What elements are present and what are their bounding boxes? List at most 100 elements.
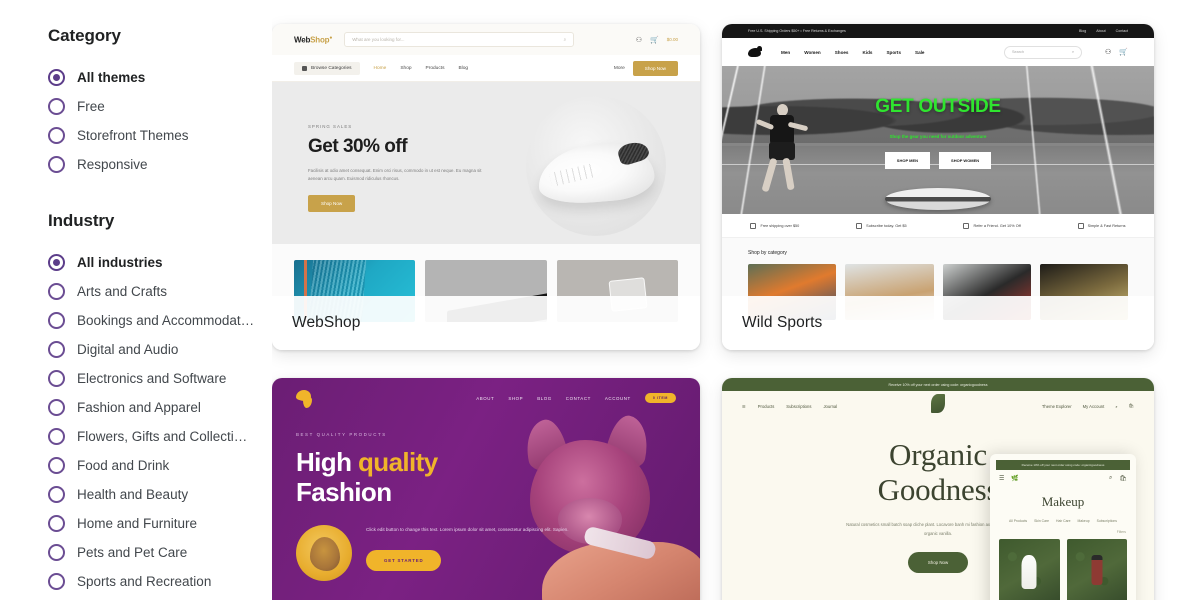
bull-logo-icon xyxy=(748,45,762,57)
nav-item-shop[interactable]: Shop xyxy=(400,66,411,71)
radio-option-responsive[interactable]: Responsive xyxy=(48,150,252,179)
nav-item-blog[interactable]: Blog xyxy=(458,66,468,71)
radio-option-fashion-and-apparel[interactable]: Fashion and Apparel xyxy=(48,393,252,422)
wildsports-header-icons: ⚇ 🛒 xyxy=(1105,48,1128,56)
radio-option-free[interactable]: Free xyxy=(48,92,252,121)
nav-item-shop[interactable]: SHOP xyxy=(508,396,523,401)
search-icon[interactable]: ⌕ xyxy=(1115,404,1117,409)
mobile-product-card[interactable]: Rosehip Serum xyxy=(1066,539,1127,600)
bag-icon[interactable]: 🛍 xyxy=(1119,475,1127,482)
radio-icon[interactable] xyxy=(48,370,65,387)
nav-item-subscriptions[interactable]: Subscriptions xyxy=(786,404,811,409)
hero-shop-now-button[interactable]: Shop Now xyxy=(308,194,356,212)
nav-item-kids[interactable]: Kids xyxy=(863,50,873,55)
radio-option-all-themes[interactable]: All themes xyxy=(48,63,252,92)
nav-item-about[interactable]: ABOUT xyxy=(476,396,494,401)
tab-subscriptions[interactable]: Subscriptions xyxy=(1097,519,1117,523)
radio-option-sports-and-recreation[interactable]: Sports and Recreation xyxy=(48,567,252,596)
category-filter-group: Category All themes Free Storefront Them… xyxy=(48,26,252,179)
nav-item-sports[interactable]: Sports xyxy=(886,50,901,55)
mobile-filters-link[interactable]: Filters xyxy=(990,523,1136,534)
account-icon[interactable]: ⚇ xyxy=(636,36,642,44)
menu-icon[interactable]: ☰ xyxy=(999,475,1004,482)
search-icon[interactable]: ⌕ xyxy=(564,37,567,42)
radio-icon[interactable] xyxy=(48,457,65,474)
radio-icon[interactable] xyxy=(48,156,65,173)
radio-option-home-and-furniture[interactable]: Home and Furniture xyxy=(48,509,252,538)
cart-icon[interactable]: 🛒 xyxy=(650,36,659,44)
radio-icon[interactable] xyxy=(48,399,65,416)
announce-link-about[interactable]: About xyxy=(1096,29,1105,33)
cart-icon[interactable]: 🛒 xyxy=(1119,48,1128,56)
wildsports-search-input[interactable]: Search ⌕ xyxy=(1004,45,1082,59)
theme-card-organic-goodness[interactable]: Receive 10% off your next order using co… xyxy=(722,378,1154,600)
nav-item-products[interactable]: Products xyxy=(758,404,775,409)
radio-icon[interactable] xyxy=(48,283,65,300)
tab-all-products[interactable]: All Products xyxy=(1009,519,1027,523)
radio-option-digital-and-audio[interactable]: Digital and Audio xyxy=(48,335,252,364)
tab-makeup[interactable]: Makeup xyxy=(1078,519,1090,523)
nav-item-shoes[interactable]: Shoes xyxy=(835,50,849,55)
nav-item-products[interactable]: Products xyxy=(426,66,445,71)
nav-item-men[interactable]: Men xyxy=(781,50,790,55)
radio-option-food-and-drink[interactable]: Food and Drink xyxy=(48,451,252,480)
radio-icon[interactable] xyxy=(48,544,65,561)
radio-icon[interactable] xyxy=(48,341,65,358)
menu-icon[interactable]: ☰ xyxy=(742,404,746,409)
nav-item-account[interactable]: ACCOUNT xyxy=(605,396,631,401)
radio-option-arts-and-crafts[interactable]: Arts and Crafts xyxy=(48,277,252,306)
tab-skin-care[interactable]: Skin Care xyxy=(1034,519,1049,523)
nav-item-blog[interactable]: BLOG xyxy=(537,396,552,401)
more-label[interactable]: More xyxy=(614,66,625,71)
wildsports-navbar: Men Women Shoes Kids Sports Sale Search … xyxy=(722,38,1154,66)
header-shop-now-button[interactable]: Shop Now xyxy=(632,60,678,76)
nav-item-theme-explorer[interactable]: Theme Explorer xyxy=(1042,404,1072,409)
search-icon[interactable]: ⌕ xyxy=(1072,50,1074,54)
radio-icon[interactable] xyxy=(48,573,65,590)
tab-hair-care[interactable]: Hair Care xyxy=(1056,519,1071,523)
browse-categories-button[interactable]: Browse Categories xyxy=(294,61,360,75)
nav-item-journal[interactable]: Journal xyxy=(823,404,837,409)
radio-option-flowers-gifts-and-collectibles[interactable]: Flowers, Gifts and Collecti… xyxy=(48,422,252,451)
radio-icon[interactable] xyxy=(48,428,65,445)
radio-icon[interactable] xyxy=(48,69,65,86)
radio-option-health-and-beauty[interactable]: Health and Beauty xyxy=(48,480,252,509)
get-started-button[interactable]: GET STARTED xyxy=(366,549,442,571)
radio-option-all-industries[interactable]: All industries xyxy=(48,248,252,277)
shop-men-button[interactable]: SHOP MEN xyxy=(884,151,931,169)
radio-option-toys-and-games[interactable]: Toys and Games xyxy=(48,596,252,600)
radio-option-electronics-and-software[interactable]: Electronics and Software xyxy=(48,364,252,393)
wildsports-feature-strip: Free shipping over $50 Subscribe today. … xyxy=(722,214,1154,238)
webshop-search-input[interactable]: What are you looking for... ⌕ xyxy=(344,32,575,47)
mobile-product-card[interactable]: Cleansing Milk xyxy=(999,539,1060,600)
radio-icon[interactable] xyxy=(48,254,65,271)
nav-item-home[interactable]: Home xyxy=(374,66,387,71)
radio-icon[interactable] xyxy=(48,127,65,144)
nav-item-sale[interactable]: Sale xyxy=(915,50,924,55)
theme-card-high-quality-fashion[interactable]: ABOUT SHOP BLOG CONTACT ACCOUNT 0 ITEM B… xyxy=(272,378,700,600)
radio-option-bookings-and-accommodation[interactable]: Bookings and Accommodat… xyxy=(48,306,254,335)
shop-women-button[interactable]: SHOP WOMEN xyxy=(939,151,992,169)
radio-icon[interactable] xyxy=(48,486,65,503)
radio-option-pets-and-pet-care[interactable]: Pets and Pet Care xyxy=(48,538,252,567)
radio-icon[interactable] xyxy=(48,98,65,115)
theme-preview-organic-goodness: Receive 10% off your next order using co… xyxy=(722,378,1154,600)
radio-option-storefront-themes[interactable]: Storefront Themes xyxy=(48,121,252,150)
cart-badge[interactable]: 0 ITEM xyxy=(644,393,676,403)
envelope-icon xyxy=(856,222,863,229)
nav-item-my-account[interactable]: My Account xyxy=(1083,404,1105,409)
search-icon[interactable]: ⌕ xyxy=(1109,475,1112,482)
nav-item-women[interactable]: Women xyxy=(804,50,821,55)
account-icon[interactable]: ⚇ xyxy=(1105,48,1111,56)
radio-icon[interactable] xyxy=(48,515,65,532)
nav-item-contact[interactable]: CONTACT xyxy=(566,396,591,401)
announce-link-contact[interactable]: Contact xyxy=(1116,29,1128,33)
theme-card-wild-sports[interactable]: Free U.S. Shipping Orders $50+ • Free Re… xyxy=(722,24,1154,350)
shop-now-button[interactable]: Shop Now xyxy=(907,552,969,574)
bag-icon[interactable]: 🛍 xyxy=(1129,403,1134,409)
theme-card-webshop[interactable]: WebShop● What are you looking for... ⌕ ⚇… xyxy=(272,24,700,350)
brand-logo-icon xyxy=(296,388,318,408)
fashion-hero-row: Click edit button to change this text. L… xyxy=(296,525,676,582)
announce-link-blog[interactable]: Blog xyxy=(1079,29,1086,33)
radio-icon[interactable] xyxy=(48,312,65,329)
